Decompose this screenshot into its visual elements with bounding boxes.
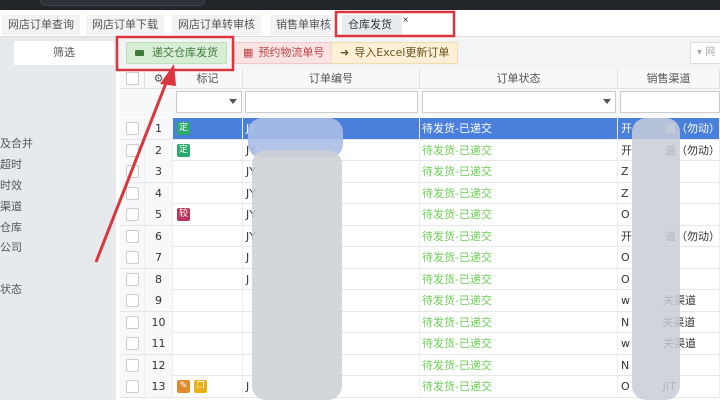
arrow-head xyxy=(160,64,176,86)
annotation-overlay xyxy=(94,10,456,263)
annotation-arrow xyxy=(94,77,170,263)
annotation-box xyxy=(115,35,235,72)
annotation-box xyxy=(334,10,456,38)
